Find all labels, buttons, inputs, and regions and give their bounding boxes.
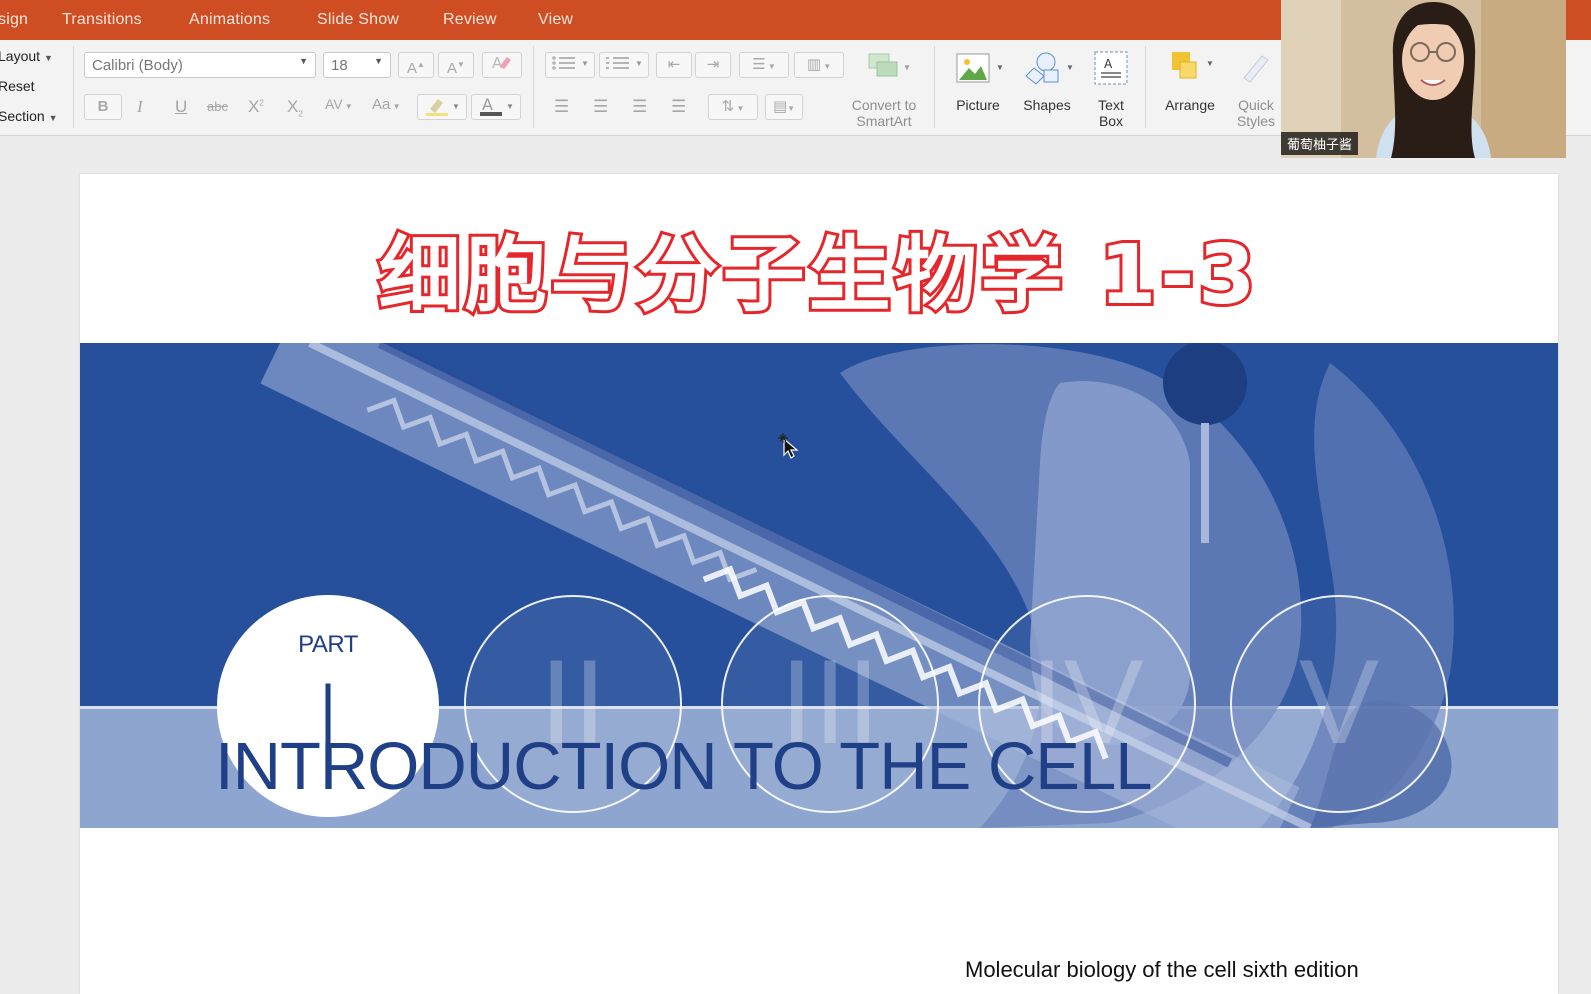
section-button[interactable]: Section ▼ <box>0 108 58 124</box>
shrink-font-button[interactable]: A▼ <box>438 52 474 78</box>
font-size-select[interactable]: 18 ▼ <box>323 52 391 78</box>
convert-label-1: Convert to <box>851 97 917 113</box>
layout-label: Layout <box>0 48 41 64</box>
columns-button[interactable]: ▥ ▼ <box>794 52 844 78</box>
convert-smartart-button[interactable]: ▼ Convert to SmartArt <box>846 48 922 132</box>
layout-button[interactable]: Layout ▼ <box>0 48 53 64</box>
shapes-button[interactable]: ▼ Shapes <box>1012 48 1082 132</box>
svg-text:A: A <box>482 95 493 114</box>
justify-button[interactable]: ☰ <box>671 97 686 117</box>
align-text-button[interactable]: ▤▼ <box>765 94 803 120</box>
picture-icon: ▼ <box>956 53 1004 83</box>
numbered-list-icon: ▼ <box>606 57 643 69</box>
menu-slide-show[interactable]: Slide Show <box>317 11 399 29</box>
underline-button[interactable]: U <box>175 97 187 117</box>
book-caption: Molecular biology of the cell sixth edit… <box>965 957 1359 982</box>
italic-button[interactable]: I <box>137 97 143 117</box>
quick-styles-label-2: Styles <box>1236 113 1276 129</box>
part-ring: V <box>1230 595 1448 813</box>
grow-font-button[interactable]: A▲ <box>398 52 434 78</box>
picture-button[interactable]: ▼ Picture <box>945 48 1011 132</box>
mouse-cursor-icon <box>778 433 799 459</box>
svg-text:▼: ▼ <box>1206 59 1214 68</box>
eraser-icon: A <box>492 54 511 72</box>
section-label: Section <box>0 108 45 124</box>
chevron-down-icon: ▼ <box>48 113 58 123</box>
font-name-select[interactable]: Calibri (Body) ▼ <box>84 52 316 78</box>
menu-animations[interactable]: Animations <box>189 11 270 29</box>
slide-canvas[interactable]: 细胞与分子生物学 1-3 PART I II III IV V INTRODUC… <box>80 174 1558 994</box>
svg-text:A: A <box>492 54 503 71</box>
reset-button[interactable]: Reset <box>0 78 35 94</box>
paintbrush-icon <box>1243 55 1269 83</box>
ribbon-divider <box>73 46 74 128</box>
menu-design[interactable]: sign <box>0 11 28 29</box>
font-size-value: 18 <box>331 57 348 74</box>
reset-label: Reset <box>0 78 35 94</box>
shapes-icon: ▼ <box>1025 52 1074 85</box>
svg-text:▼: ▼ <box>903 63 911 72</box>
font-color-button[interactable]: A ▼ <box>471 94 521 120</box>
part-ring-number: V <box>1298 635 1380 769</box>
picture-label: Picture <box>956 97 1000 113</box>
webcam-overlay: 葡萄柚子酱 <box>1281 0 1566 158</box>
arrange-label: Arrange <box>1165 97 1215 113</box>
part-heading: INTRODUCTION TO THE CELL <box>215 729 1152 804</box>
svg-text:▼: ▼ <box>635 59 643 68</box>
highlight-color-button[interactable]: ▼ <box>417 94 467 120</box>
arrange-icon: ▼ <box>1172 52 1214 79</box>
strikethrough-button[interactable]: abc <box>207 99 228 114</box>
smartart-icon: ▼ <box>868 53 911 77</box>
svg-text:▼: ▼ <box>452 102 460 111</box>
menu-transitions[interactable]: Transitions <box>62 11 142 29</box>
bold-button[interactable]: B <box>84 94 122 120</box>
text-box-icon: A <box>1094 51 1128 85</box>
svg-text:A: A <box>1104 57 1113 71</box>
text-box-label-2: Box <box>1098 113 1124 129</box>
chevron-down-icon: ▼ <box>374 56 383 66</box>
subscript-button[interactable]: X2 <box>287 97 303 118</box>
part-banner: PART I II III IV V INTRODUCTION TO THE C… <box>80 343 1558 828</box>
align-center-button[interactable]: ☰ <box>593 97 608 117</box>
increase-indent-button[interactable]: ⇥ <box>695 52 731 78</box>
bullets-button[interactable]: ▼ <box>545 52 595 78</box>
convert-label-2: SmartArt <box>856 113 912 129</box>
quick-styles-label-1: Quick <box>1238 97 1274 113</box>
shapes-label: Shapes <box>1023 97 1071 113</box>
quick-styles-button[interactable]: Quick Styles <box>1228 48 1284 132</box>
decrease-indent-button[interactable]: ⇤ <box>656 52 692 78</box>
numbering-button[interactable]: ▼ <box>599 52 649 78</box>
svg-text:▼: ▼ <box>506 102 514 111</box>
chevron-down-icon: ▼ <box>43 53 53 63</box>
clear-formatting-button[interactable]: A <box>482 52 522 78</box>
svg-text:▼: ▼ <box>1066 63 1074 72</box>
ribbon-divider <box>934 46 935 128</box>
ribbon-divider <box>1145 46 1146 128</box>
line-spacing-button[interactable]: ☰ ▼ <box>739 52 789 78</box>
svg-text:▼: ▼ <box>996 63 1004 72</box>
font-name-value: Calibri (Body) <box>92 57 183 74</box>
text-direction-button[interactable]: ⇅ ▼ <box>708 94 758 120</box>
change-case-button[interactable]: Aa ▼ <box>372 96 401 113</box>
highlighter-icon: ▼ <box>426 99 460 116</box>
menu-review[interactable]: Review <box>443 11 497 29</box>
align-right-button[interactable]: ☰ <box>632 97 647 117</box>
superscript-button[interactable]: X2 <box>248 97 264 117</box>
bullet-list-icon: ▼ <box>552 56 589 70</box>
presenter-name-tag: 葡萄柚子酱 <box>1281 132 1359 155</box>
chevron-down-icon: ▼ <box>299 56 308 66</box>
align-left-button[interactable]: ☰ <box>554 97 569 117</box>
font-color-icon: A ▼ <box>480 95 514 116</box>
menu-view[interactable]: View <box>538 11 573 29</box>
svg-text:▼: ▼ <box>581 59 589 68</box>
ribbon-divider <box>533 46 534 128</box>
character-spacing-button[interactable]: AV ▼ <box>325 96 353 112</box>
text-box-label-1: Text <box>1098 97 1124 113</box>
video-title-overlay: 细胞与分子生物学 1-3 <box>376 225 1260 326</box>
arrange-button[interactable]: ▼ Arrange <box>1156 48 1224 132</box>
part-label: PART <box>298 631 358 658</box>
text-box-button[interactable]: A Text Box <box>1086 48 1136 132</box>
